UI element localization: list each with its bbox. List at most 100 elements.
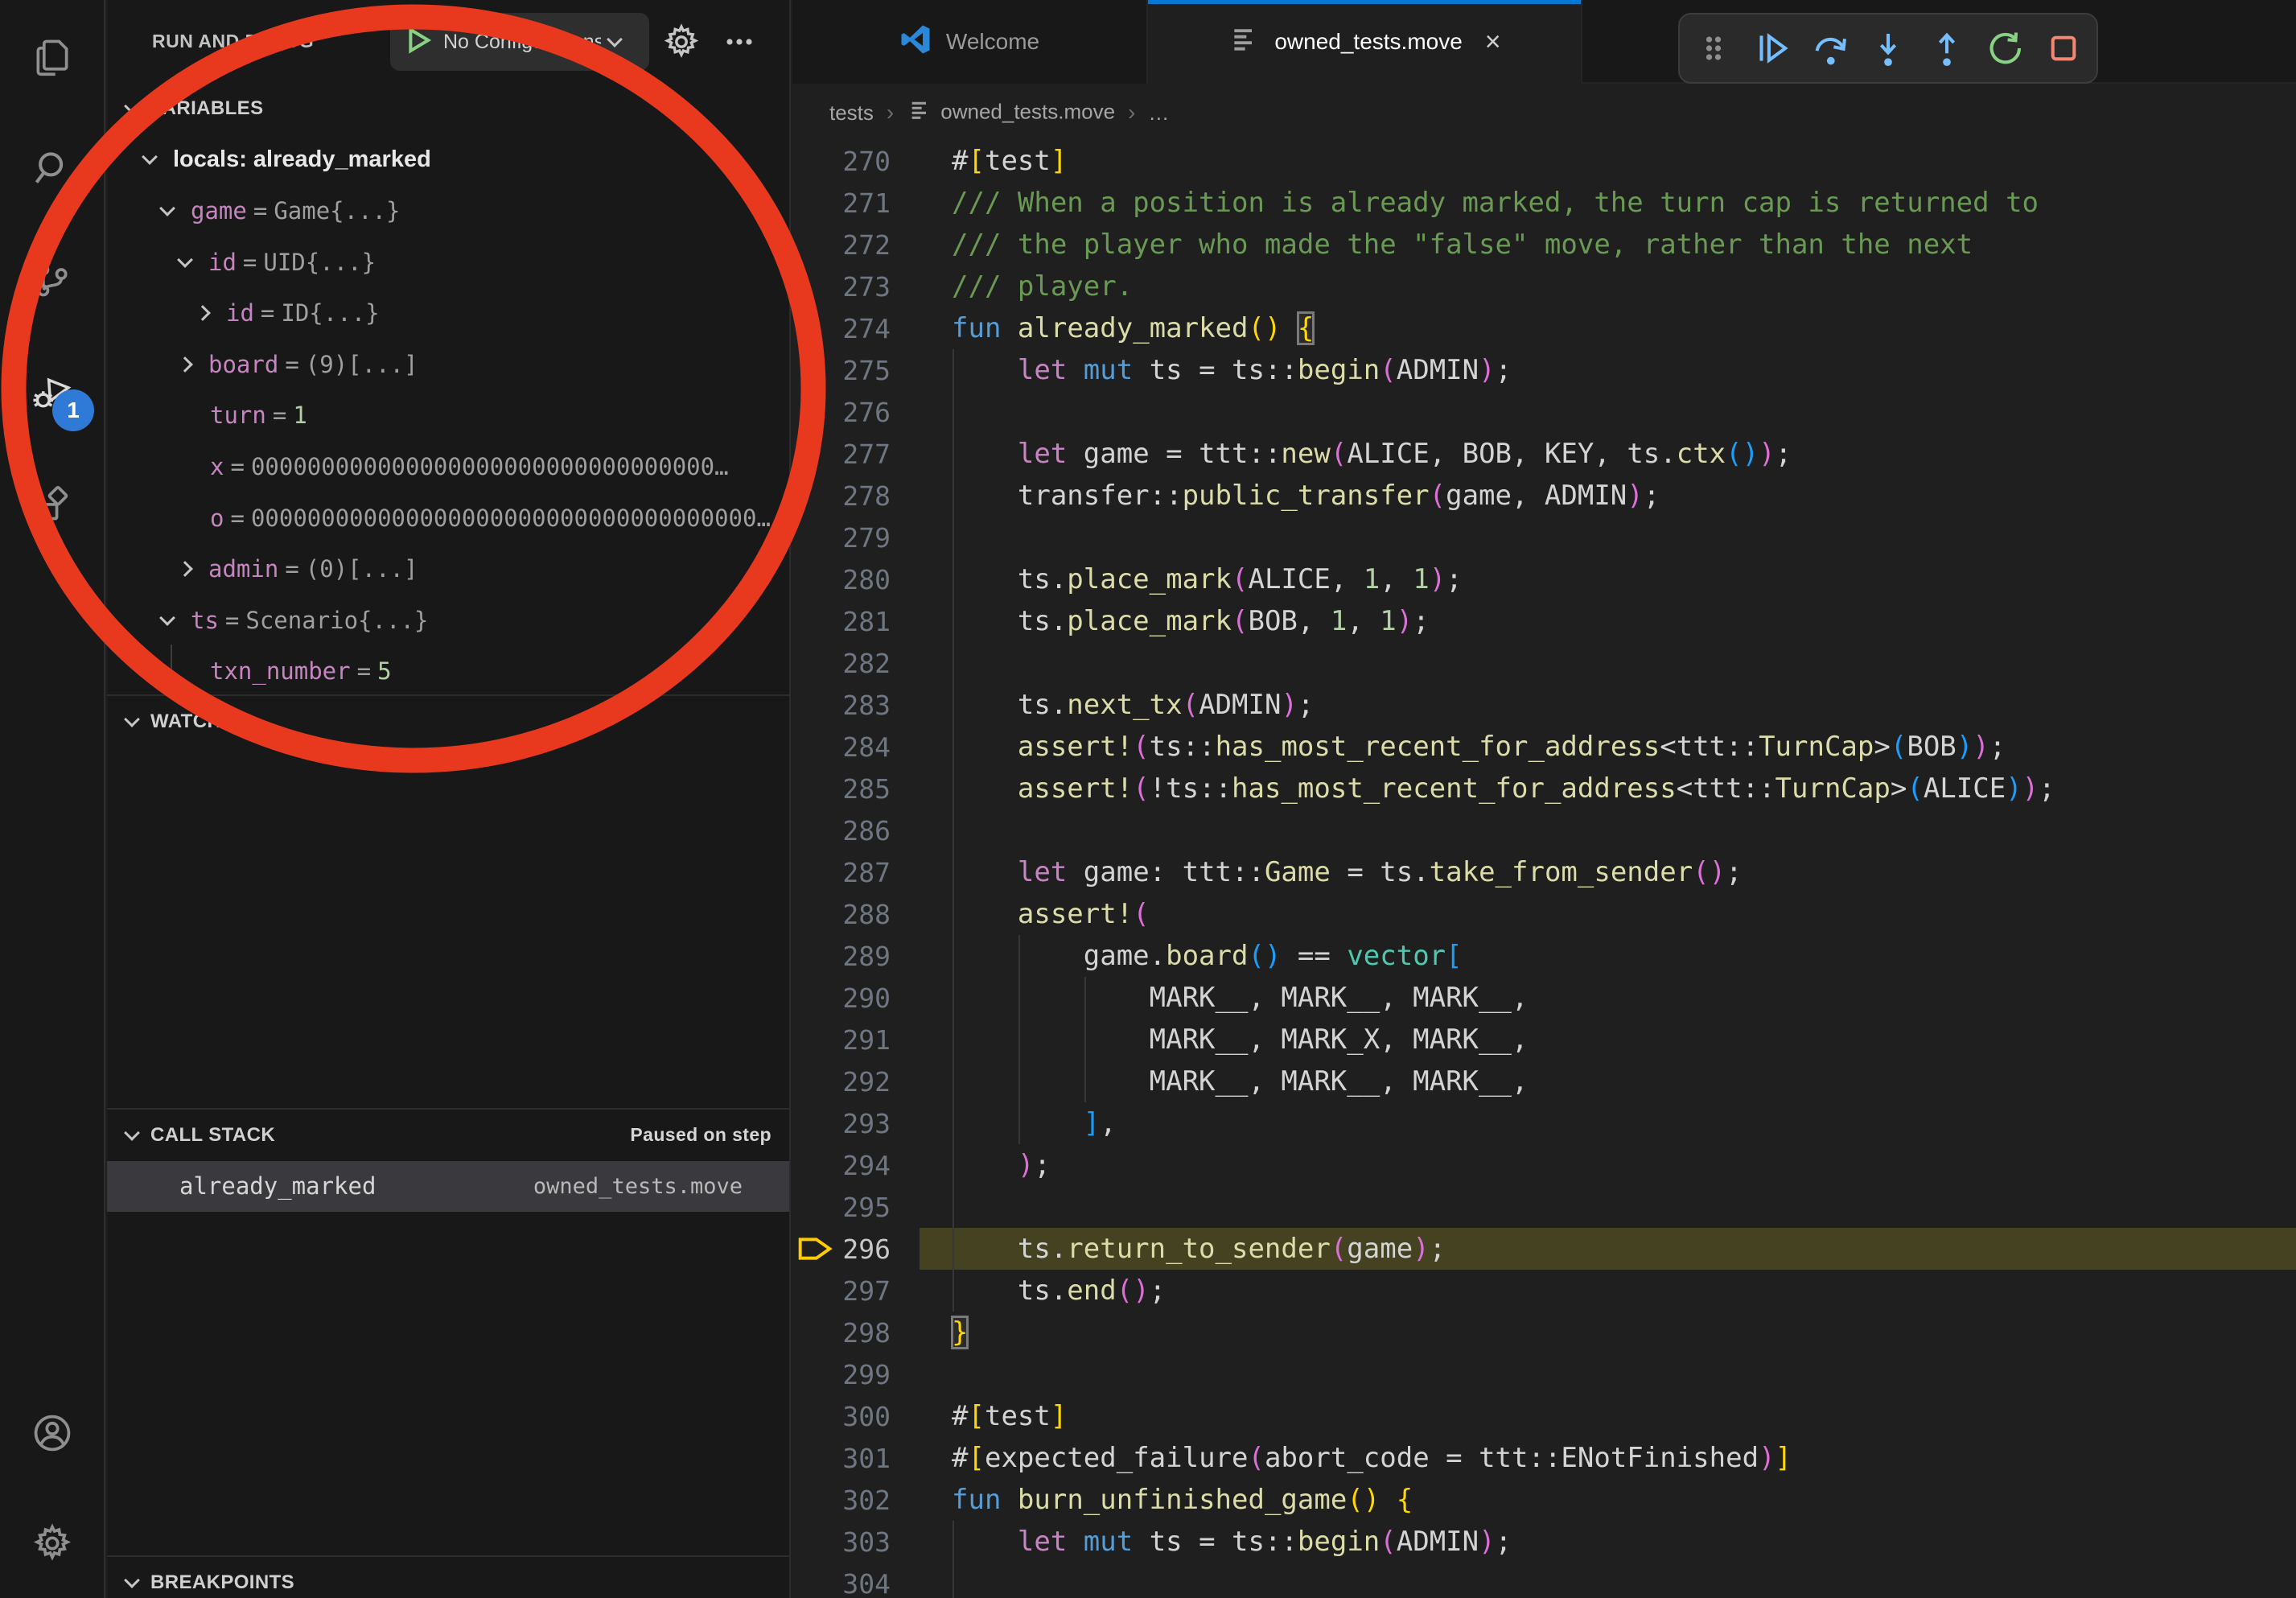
current-line-marker-icon[interactable] xyxy=(792,1228,841,1270)
line-number[interactable]: 270 xyxy=(841,146,891,177)
debug-config-dropdown[interactable]: No Configurations xyxy=(390,13,649,71)
gutter-glyph-margin[interactable] xyxy=(792,893,841,935)
line-number[interactable]: 292 xyxy=(841,1066,891,1098)
gutter-glyph-margin[interactable] xyxy=(792,475,841,517)
gutter-glyph-margin[interactable] xyxy=(792,307,841,349)
gutter-glyph-margin[interactable] xyxy=(792,1563,841,1598)
gutter-glyph-margin[interactable] xyxy=(792,1061,841,1102)
variable-row[interactable]: turn = 1 xyxy=(107,390,789,442)
code-line-text[interactable]: ts.end(); xyxy=(920,1270,2296,1312)
line-number[interactable]: 300 xyxy=(841,1401,891,1432)
code-line-text[interactable]: let game = ttt::new(ALICE, BOB, KEY, ts.… xyxy=(920,433,2296,475)
gutter-glyph-margin[interactable] xyxy=(792,433,841,475)
activity-item-source-control[interactable] xyxy=(0,224,104,336)
variable-row[interactable]: game = Game{...} xyxy=(107,185,789,237)
variable-row[interactable]: txn_number = 5 xyxy=(107,646,789,698)
code-line-text[interactable]: ts.return_to_sender(game); xyxy=(920,1228,2296,1270)
close-icon[interactable]: × xyxy=(1485,27,1501,58)
gutter-glyph-margin[interactable] xyxy=(792,1479,841,1521)
line-number[interactable]: 279 xyxy=(841,522,891,554)
gutter-glyph-margin[interactable] xyxy=(792,600,841,642)
gutter-glyph-margin[interactable] xyxy=(792,558,841,600)
line-number[interactable]: 303 xyxy=(841,1526,891,1558)
scope-row[interactable]: locals: already_marked xyxy=(107,134,789,186)
breadcrumb-item[interactable]: owned_tests.move xyxy=(907,97,1115,129)
line-number[interactable]: 281 xyxy=(841,606,891,637)
line-number[interactable]: 299 xyxy=(841,1359,891,1390)
code-line-text[interactable]: MARK__, MARK_X, MARK__, xyxy=(920,1019,2296,1061)
gutter-glyph-margin[interactable] xyxy=(792,224,841,266)
gutter-glyph-margin[interactable] xyxy=(792,517,841,558)
code-line-text[interactable]: ts.next_tx(ADMIN); xyxy=(920,684,2296,726)
code-editor[interactable]: 270 #[test] 271 /// When a position is alre… xyxy=(792,140,2296,1598)
gutter-glyph-margin[interactable] xyxy=(792,726,841,768)
continue-button[interactable] xyxy=(1747,23,1796,73)
breadcrumb-item[interactable]: … xyxy=(1148,101,1169,126)
code-line-text[interactable]: fun burn_unfinished_game() { xyxy=(920,1479,2296,1521)
variables-section-header[interactable]: VARIABLES xyxy=(107,83,789,134)
gutter-glyph-margin[interactable] xyxy=(792,1186,841,1228)
code-line-text[interactable]: #[expected_failure(abort_code = ttt::ENo… xyxy=(920,1437,2296,1479)
code-line-text[interactable]: let game: ttt::Game = ts.take_from_sende… xyxy=(920,851,2296,893)
restart-button[interactable] xyxy=(1980,23,2030,73)
gutter-glyph-margin[interactable] xyxy=(792,1102,841,1144)
code-line-text[interactable]: #[test] xyxy=(920,140,2296,182)
line-number[interactable]: 275 xyxy=(841,355,891,386)
code-line-text[interactable]: ); xyxy=(920,1144,2296,1186)
line-number[interactable]: 289 xyxy=(841,941,891,972)
activity-item-run-debug[interactable]: 1 xyxy=(0,336,104,447)
line-number[interactable]: 297 xyxy=(841,1275,891,1307)
watch-section-header[interactable]: WATCH xyxy=(107,696,789,748)
gutter-glyph-margin[interactable] xyxy=(792,266,841,307)
code-line-text[interactable]: } xyxy=(920,1312,2296,1353)
line-number[interactable]: 296 xyxy=(841,1234,891,1265)
more-actions-button[interactable] xyxy=(720,23,759,61)
code-line-text[interactable]: #[test] xyxy=(920,1395,2296,1437)
line-number[interactable]: 285 xyxy=(841,773,891,805)
line-number[interactable]: 284 xyxy=(841,731,891,763)
code-line-text[interactable]: ], xyxy=(920,1102,2296,1144)
line-number[interactable]: 301 xyxy=(841,1443,891,1474)
line-number[interactable]: 290 xyxy=(841,982,891,1014)
code-line-text[interactable]: game.board() == vector[ xyxy=(920,935,2296,977)
code-line-text[interactable]: /// the player who made the "false" move… xyxy=(920,224,2296,266)
gutter-glyph-margin[interactable] xyxy=(792,809,841,851)
code-line-text[interactable] xyxy=(920,809,2296,851)
code-line-text[interactable]: fun already_marked() { xyxy=(920,307,2296,349)
gutter-glyph-margin[interactable] xyxy=(792,851,841,893)
line-number[interactable]: 283 xyxy=(841,690,891,721)
tab-owned_tests-move[interactable]: owned_tests.move× xyxy=(1148,0,1582,84)
gutter-glyph-margin[interactable] xyxy=(792,1437,841,1479)
activity-item-accounts[interactable] xyxy=(0,1378,104,1488)
variable-row[interactable]: ts = Scenario{...} xyxy=(107,595,789,646)
variable-row[interactable]: admin = (0)[...] xyxy=(107,543,789,595)
gutter-glyph-margin[interactable] xyxy=(792,1395,841,1437)
code-line-text[interactable] xyxy=(920,517,2296,558)
line-number[interactable]: 277 xyxy=(841,439,891,470)
code-line-text[interactable]: /// player. xyxy=(920,266,2296,307)
gutter-glyph-margin[interactable] xyxy=(792,1019,841,1061)
code-line-text[interactable] xyxy=(920,1563,2296,1598)
line-number[interactable]: 288 xyxy=(841,899,891,930)
tab-welcome[interactable]: Welcome xyxy=(792,0,1148,84)
line-number[interactable]: 287 xyxy=(841,857,891,888)
gutter-glyph-margin[interactable] xyxy=(792,1312,841,1353)
stop-button[interactable] xyxy=(2039,23,2088,73)
code-line-text[interactable] xyxy=(920,1353,2296,1395)
line-number[interactable]: 276 xyxy=(841,397,891,428)
activity-item-settings[interactable] xyxy=(0,1488,104,1598)
variable-row[interactable]: id = UID{...} xyxy=(107,237,789,288)
gutter-glyph-margin[interactable] xyxy=(792,1270,841,1312)
step-over-button[interactable] xyxy=(1805,23,1855,73)
code-line-text[interactable]: ts.place_mark(ALICE, 1, 1); xyxy=(920,558,2296,600)
code-line-text[interactable]: transfer::public_transfer(game, ADMIN); xyxy=(920,475,2296,517)
activity-item-explorer[interactable] xyxy=(0,0,104,112)
code-line-text[interactable]: /// When a position is already marked, t… xyxy=(920,182,2296,224)
toolbar-drag-handle[interactable] xyxy=(1689,23,1738,73)
code-line-text[interactable]: ts.place_mark(BOB, 1, 1); xyxy=(920,600,2296,642)
gutter-glyph-margin[interactable] xyxy=(792,349,841,391)
code-line-text[interactable]: MARK__, MARK__, MARK__, xyxy=(920,977,2296,1019)
line-number[interactable]: 298 xyxy=(841,1317,891,1349)
line-number[interactable]: 271 xyxy=(841,187,891,219)
gutter-glyph-margin[interactable] xyxy=(792,977,841,1019)
